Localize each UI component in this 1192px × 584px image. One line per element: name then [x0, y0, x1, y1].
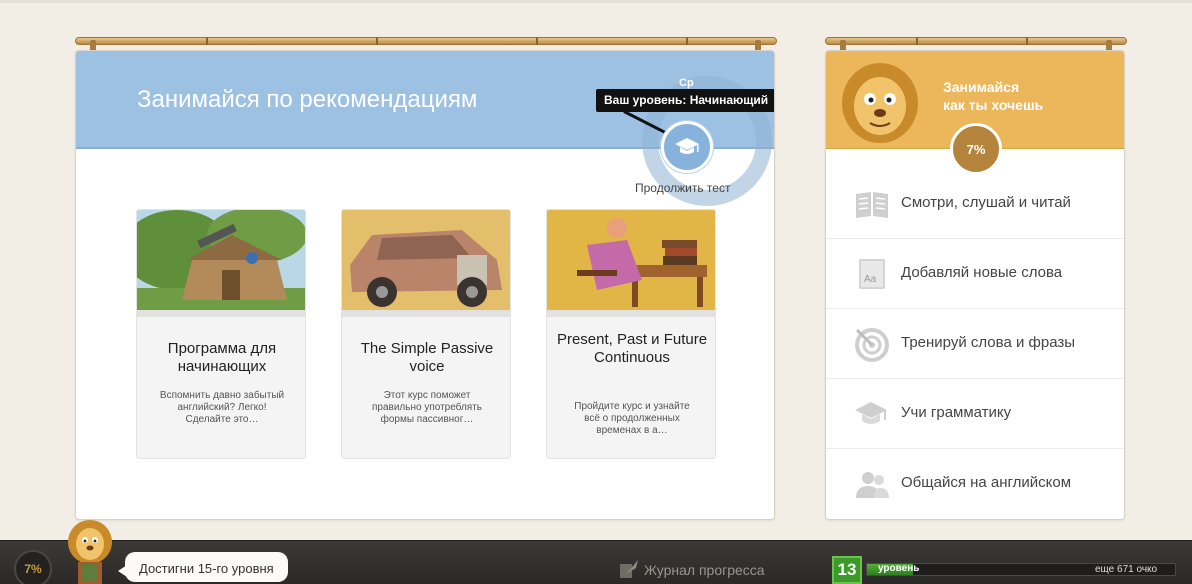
bamboo-rod-left — [75, 37, 777, 45]
top-border — [0, 0, 1192, 3]
practice-progress-badge: 7% — [950, 123, 1002, 175]
menu-item-communicate[interactable]: Общайся на английском — [826, 449, 1124, 519]
course-title: Present, Past и Future Continuous — [556, 331, 708, 366]
course-card[interactable]: Present, Past и Future Continuous Пройди… — [546, 209, 716, 459]
continue-test-link[interactable]: Продолжить тест — [635, 181, 730, 195]
course-illustration-treehouse — [137, 210, 305, 312]
continue-test-button[interactable] — [661, 121, 713, 173]
card-divider — [547, 310, 715, 317]
people-icon — [856, 472, 889, 498]
course-title: The Simple Passive voice — [360, 340, 494, 375]
course-card[interactable]: The Simple Passive voice Этот курс помож… — [341, 209, 511, 459]
points-remaining: еще 671 очко — [1095, 564, 1158, 575]
menu-item-label: Учи грамматику — [901, 404, 1012, 421]
course-description: Этот курс поможет правильно употреблять … — [371, 390, 482, 425]
lion-mascot-icon — [842, 63, 918, 143]
dictionary-icon: Aa — [859, 259, 885, 289]
course-description: Вспомнить давно забытый английский? Легк… — [159, 390, 285, 425]
svg-text:Aa: Aa — [864, 274, 877, 285]
progress-journal-link[interactable]: Журнал прогресса — [644, 562, 765, 578]
card-divider — [342, 310, 510, 317]
overall-progress-badge[interactable]: 7% — [14, 550, 52, 584]
menu-item-label: Добавляй новые слова — [901, 264, 1063, 281]
lion-mascot-icon — [68, 520, 112, 584]
target-icon — [855, 328, 889, 362]
menu-item-label: Тренируй слова и фразы — [901, 334, 1076, 351]
bamboo-rod-right — [825, 37, 1127, 45]
free-practice-title: Занимайся как ты хочешь — [943, 79, 1044, 113]
card-divider — [137, 310, 305, 317]
menu-item-grammar[interactable]: Учи грамматику — [826, 379, 1124, 449]
menu-item-train-words[interactable]: Тренируй слова и фразы — [826, 309, 1124, 379]
graduation-cap-icon — [855, 402, 887, 424]
menu-item-label: Смотри, слушай и читай — [901, 194, 1071, 211]
menu-item-watch-read[interactable]: Смотри, слушай и читай — [826, 169, 1124, 239]
menu-item-add-words[interactable]: Aa Добавляй новые слова — [826, 239, 1124, 309]
level-word: уровень — [878, 563, 920, 574]
graduation-cap-icon — [675, 138, 699, 154]
course-illustration-writer — [547, 210, 715, 312]
gauge-label: Ср — [679, 77, 694, 89]
goal-speech-bubble: Достигни 15-го уровня — [125, 552, 288, 582]
free-practice-panel: Занимайся как ты хочешь 7% Смотри, слуша… — [825, 50, 1125, 520]
quill-journal-icon — [620, 560, 638, 578]
recommendations-panel: Занимайся по рекомендациям Ср Ваш уровен… — [75, 50, 775, 520]
course-card[interactable]: Программа для начинающих Вспомнить давно… — [136, 209, 306, 459]
course-illustration-car — [342, 210, 510, 312]
menu-item-label: Общайся на английском — [901, 474, 1072, 491]
course-title: Программа для начинающих — [167, 340, 277, 375]
level-badge[interactable]: 13 — [832, 556, 862, 584]
level-tooltip: Ваш уровень: Начинающий — [596, 89, 774, 112]
book-icon — [856, 192, 888, 218]
recommendations-title: Занимайся по рекомендациям — [137, 86, 478, 113]
course-description: Пройдите курс и узнайте всё о продолженн… — [574, 401, 690, 436]
